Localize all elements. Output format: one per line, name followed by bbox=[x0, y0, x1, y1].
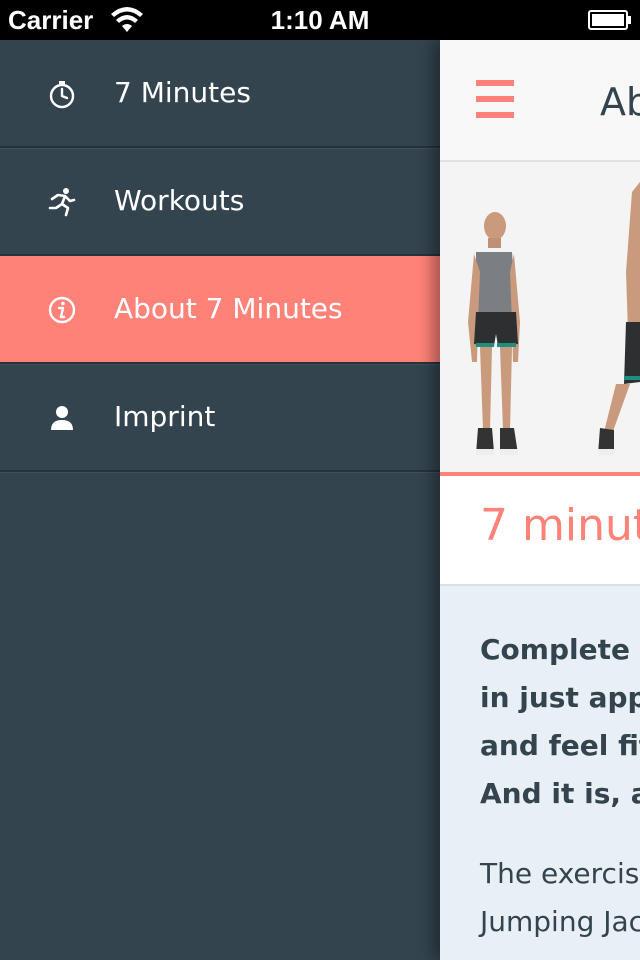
sidebar-item-label: Imprint bbox=[114, 400, 216, 433]
intro-line: And it is, at bbox=[480, 777, 640, 810]
sidebar-item-workouts[interactable]: Workouts bbox=[0, 148, 440, 256]
person-icon bbox=[51, 406, 73, 430]
status-bar: Carrier 1:10 AM bbox=[0, 0, 640, 40]
status-time: 1:10 AM bbox=[270, 5, 370, 35]
sidebar-item-7-minutes[interactable]: 7 Minutes bbox=[0, 40, 440, 148]
body-line: The exercis bbox=[480, 857, 640, 890]
article-body: Complete tw in just appro and feel fit A… bbox=[440, 586, 640, 960]
section-header: 7 minut bbox=[440, 476, 640, 586]
section-title: 7 minut bbox=[480, 500, 640, 551]
sidebar-item-label: Workouts bbox=[114, 184, 245, 217]
battery-icon bbox=[588, 10, 631, 30]
intro-line: Complete tw bbox=[480, 633, 640, 666]
body-line: Jumping Jac bbox=[480, 905, 640, 938]
intro-line: and feel fit bbox=[480, 729, 640, 762]
sidebar-item-about[interactable]: About 7 Minutes bbox=[0, 256, 440, 364]
main-content[interactable]: Ab 7 minut Complete in just app and feel… bbox=[440, 40, 640, 960]
info-icon bbox=[48, 296, 76, 324]
stopwatch-icon bbox=[49, 81, 75, 109]
intro-paragraph: Complete tw in just appro and feel fit A… bbox=[480, 626, 640, 818]
exercise-figures-image bbox=[468, 182, 640, 455]
running-person-icon bbox=[48, 188, 76, 217]
page-title: Ab bbox=[600, 80, 640, 124]
sidebar-item-imprint[interactable]: Imprint bbox=[0, 364, 440, 472]
sidebar-item-label: About 7 Minutes bbox=[114, 292, 343, 325]
navigation-bar: Ab bbox=[440, 40, 640, 162]
hero-image bbox=[440, 162, 640, 472]
hamburger-menu-icon[interactable] bbox=[476, 80, 514, 118]
body-paragraph: The exercis Jumping Jac bbox=[480, 850, 640, 946]
sidebar-menu: 7 Minutes Workouts About 7 Minutes Impri… bbox=[0, 40, 440, 960]
intro-line: in just appro bbox=[480, 681, 640, 714]
sidebar-item-label: 7 Minutes bbox=[114, 76, 251, 109]
